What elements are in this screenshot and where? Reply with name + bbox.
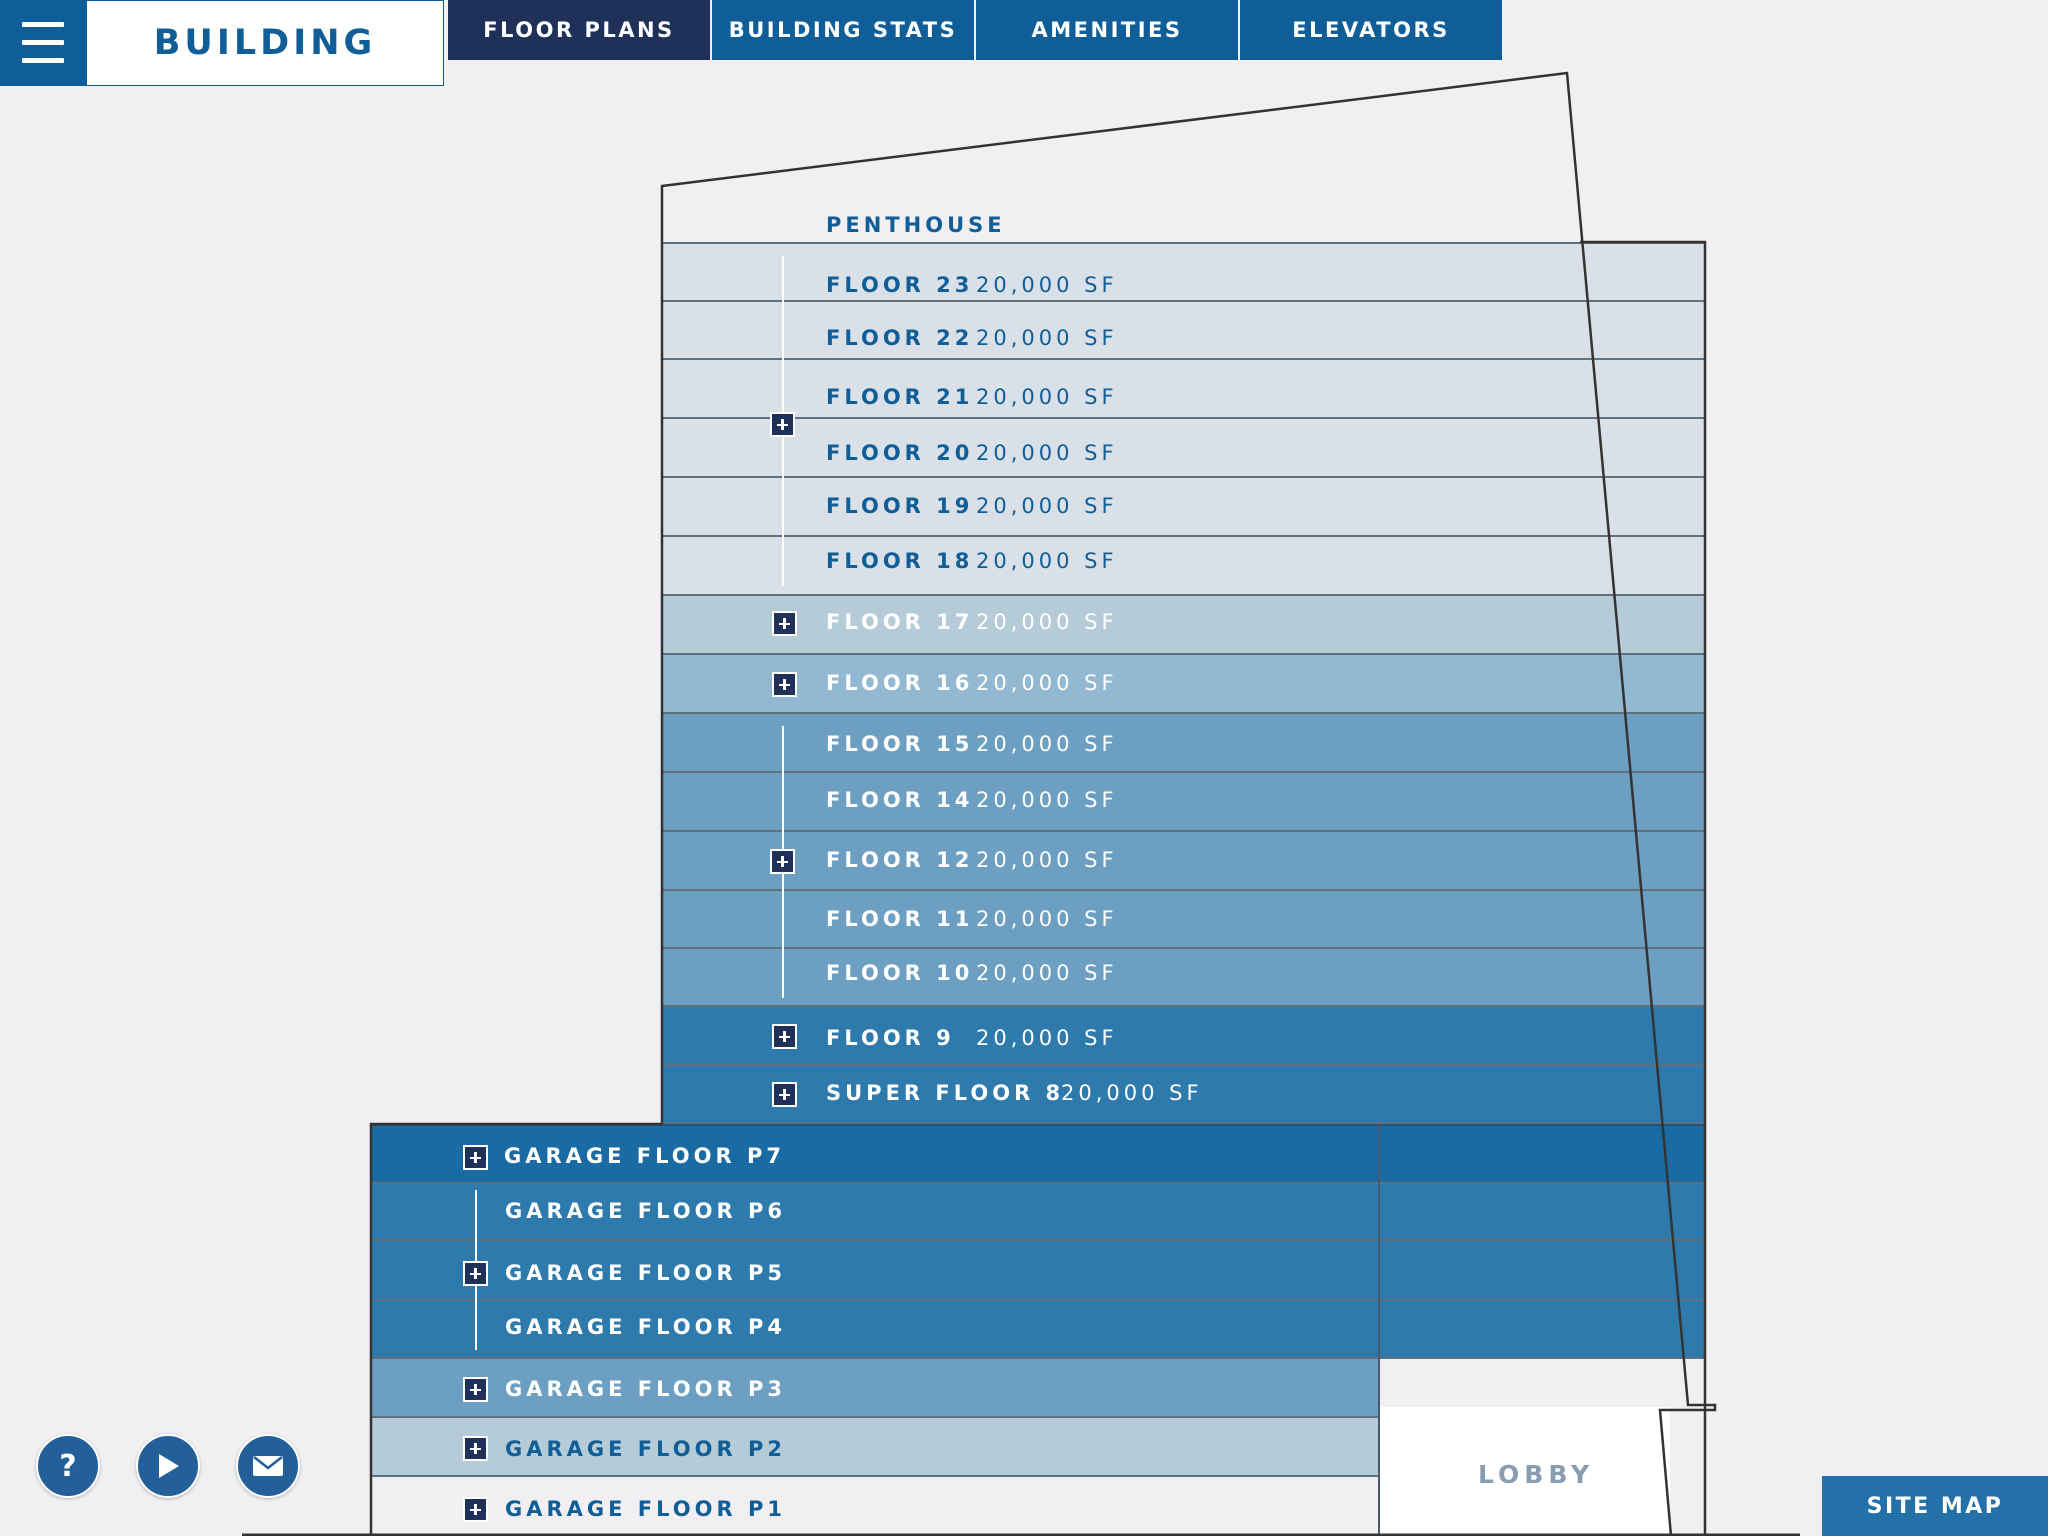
floor-area: 20,000 SF: [976, 326, 1118, 350]
floor-label[interactable]: FLOOR 16: [826, 671, 973, 695]
floor-area: 20,000 SF: [976, 671, 1118, 695]
floor-label[interactable]: FLOOR 10: [826, 961, 973, 985]
expand-plus-icon[interactable]: [463, 1497, 488, 1522]
floor-area: 20,000 SF: [976, 961, 1118, 985]
floor-label[interactable]: FLOOR 9: [826, 1026, 955, 1050]
help-icon: ?: [59, 1448, 77, 1484]
floor-label[interactable]: FLOOR 21: [826, 385, 973, 409]
floor-label[interactable]: FLOOR 18: [826, 549, 973, 573]
floor-label[interactable]: FLOOR 20: [826, 441, 973, 465]
expand-plus-icon[interactable]: [770, 412, 795, 437]
expand-plus-icon[interactable]: [772, 1024, 797, 1049]
expand-plus-icon[interactable]: [463, 1261, 488, 1286]
floor-label[interactable]: SUPER FLOOR 8: [826, 1081, 1064, 1105]
expand-plus-icon[interactable]: [772, 1082, 797, 1107]
garage-label[interactable]: GARAGE FLOOR P5: [505, 1261, 786, 1285]
floor-label[interactable]: FLOOR 17: [826, 610, 973, 634]
play-icon: [159, 1454, 179, 1478]
floor-area: 20,000 SF: [976, 907, 1118, 931]
site-map-button[interactable]: SITE MAP: [1822, 1476, 2048, 1536]
expand-plus-icon[interactable]: [770, 849, 795, 874]
garage-label[interactable]: GARAGE FLOOR P4: [505, 1315, 786, 1339]
mail-icon: [253, 1456, 283, 1476]
expand-plus-icon[interactable]: [463, 1145, 488, 1170]
penthouse-label[interactable]: PENTHOUSE: [826, 213, 1006, 237]
floor-area: 20,000 SF: [976, 1026, 1118, 1050]
floor-label[interactable]: FLOOR 15: [826, 732, 973, 756]
floor-area: 20,000 SF: [976, 385, 1118, 409]
garage-label[interactable]: GARAGE FLOOR P7: [504, 1144, 785, 1168]
expand-plus-icon[interactable]: [772, 611, 797, 636]
lobby-label[interactable]: LOBBY: [1478, 1460, 1594, 1489]
floor-label[interactable]: FLOOR 19: [826, 494, 973, 518]
floor-label[interactable]: FLOOR 14: [826, 788, 973, 812]
floor-area: 20,000 SF: [976, 732, 1118, 756]
play-button[interactable]: [136, 1434, 200, 1498]
floor-area: 20,000 SF: [976, 494, 1118, 518]
help-button[interactable]: ?: [36, 1434, 100, 1498]
floor-area: 20,000 SF: [976, 848, 1118, 872]
floor-area: 20,000 SF: [976, 441, 1118, 465]
garage-label[interactable]: GARAGE FLOOR P3: [505, 1377, 786, 1401]
floor-label[interactable]: FLOOR 11: [826, 907, 973, 931]
expand-plus-icon[interactable]: [463, 1436, 488, 1461]
building-outline: [242, 71, 1800, 1536]
floor-area: 20,000 SF: [976, 273, 1118, 297]
garage-label[interactable]: GARAGE FLOOR P2: [505, 1437, 786, 1461]
floor-area: 20,000 SF: [976, 549, 1118, 573]
garage-label[interactable]: GARAGE FLOOR P6: [505, 1199, 786, 1223]
floor-label[interactable]: FLOOR 23: [826, 273, 973, 297]
expand-plus-icon[interactable]: [772, 672, 797, 697]
mail-button[interactable]: [236, 1434, 300, 1498]
floor-area: 20,000 SF: [976, 610, 1118, 634]
floor-label[interactable]: FLOOR 22: [826, 326, 973, 350]
floor-label[interactable]: FLOOR 12: [826, 848, 973, 872]
garage-label[interactable]: GARAGE FLOOR P1: [505, 1497, 786, 1521]
floor-area: 20,000 SF: [976, 788, 1118, 812]
floor-area: 20,000 SF: [1061, 1081, 1203, 1105]
expand-plus-icon[interactable]: [463, 1377, 488, 1402]
